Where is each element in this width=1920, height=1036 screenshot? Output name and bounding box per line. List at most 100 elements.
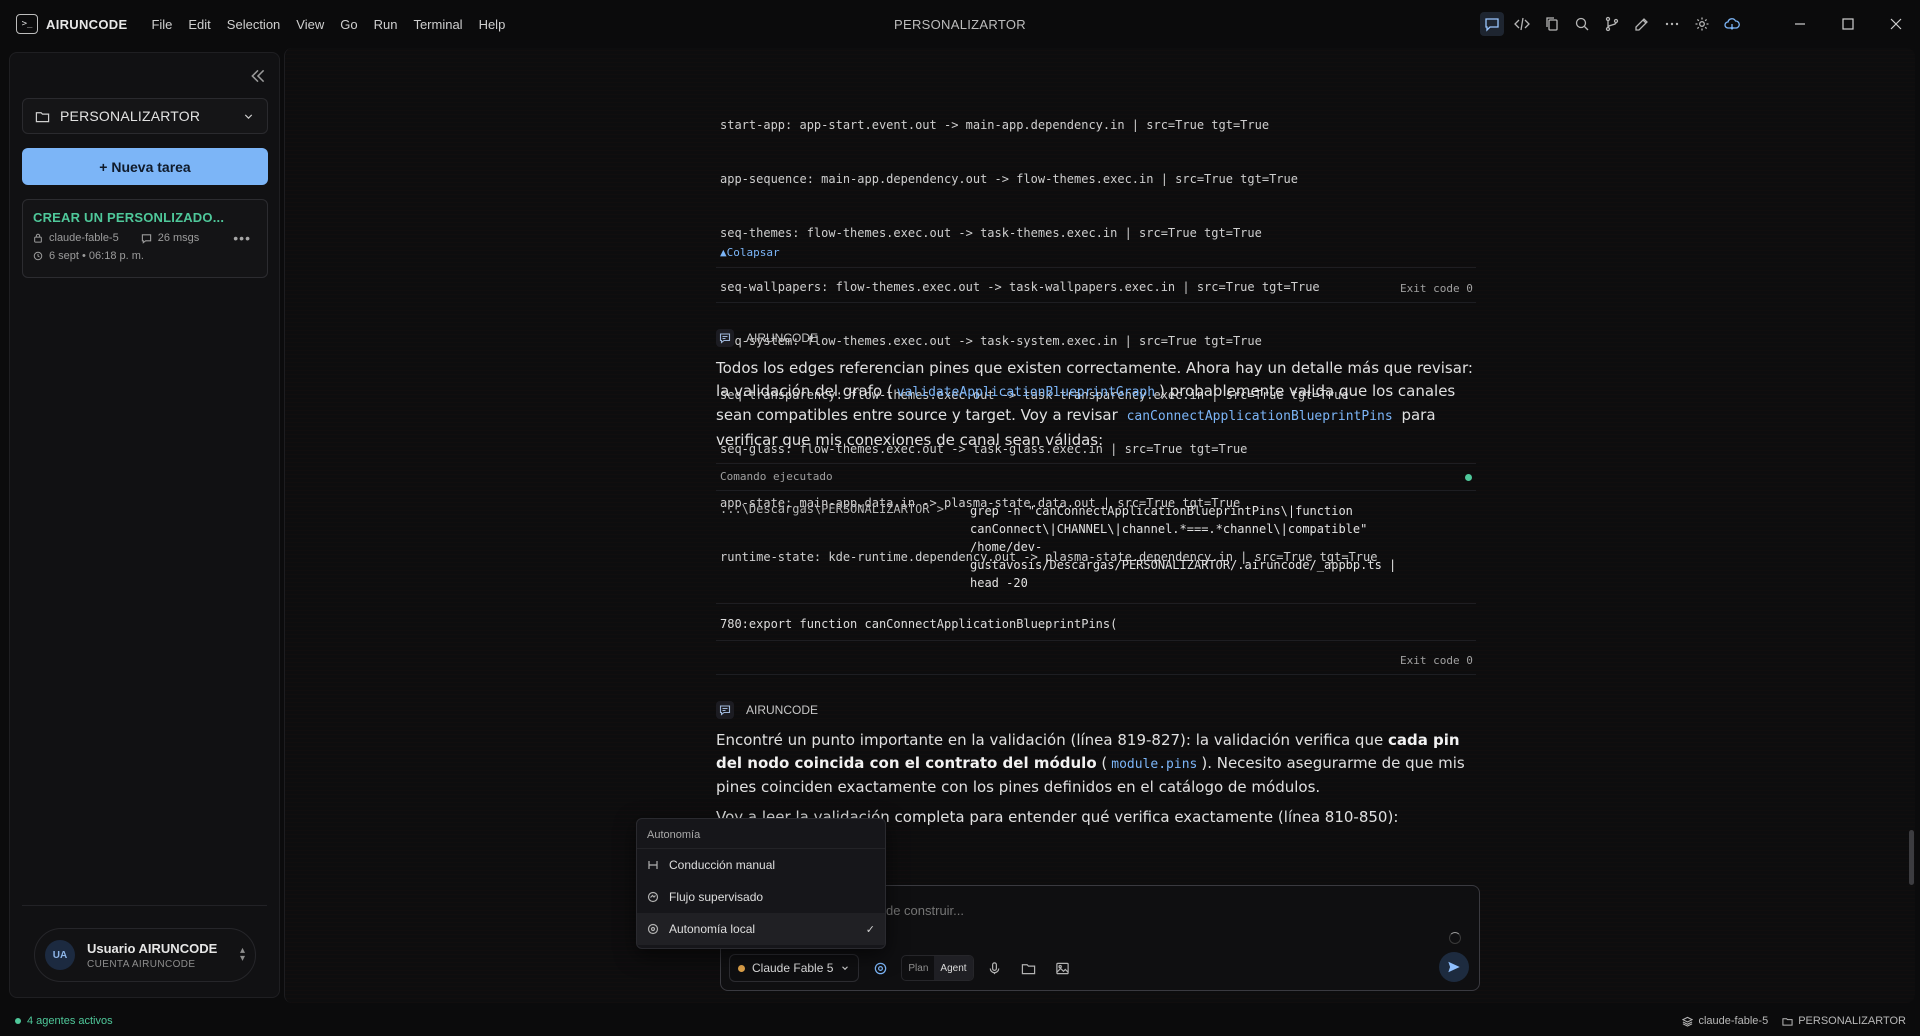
- divider: [716, 603, 1476, 604]
- image-icon[interactable]: [1050, 955, 1076, 981]
- copy-files-icon[interactable]: [1540, 12, 1564, 36]
- status-project-label: PERSONALIZARTOR: [1798, 1015, 1906, 1027]
- autonomy-option-supervised[interactable]: Flujo supervisado: [637, 881, 885, 913]
- window-controls: [1776, 0, 1920, 48]
- maximize-icon[interactable]: [1824, 0, 1872, 48]
- settings-gear-icon[interactable]: [1690, 12, 1714, 36]
- task-title: CREAR UN PERSONLIZADO...: [33, 210, 225, 225]
- agent-message-text: Encontré un punto importante en la valid…: [716, 729, 1478, 799]
- send-button[interactable]: [1439, 952, 1469, 982]
- folder-icon[interactable]: [1016, 955, 1042, 981]
- message-icon: [141, 233, 151, 244]
- task-more-icon[interactable]: •••: [233, 230, 251, 246]
- exit-code-label: Exit code 0: [1400, 654, 1473, 667]
- user-account-card[interactable]: UA Usuario AIRUNCODE CUENTA AIRUNCODE ▴ ▾: [34, 928, 256, 982]
- menu-view[interactable]: View: [288, 13, 332, 36]
- chevron-up-down-icon: ▴ ▾: [239, 945, 245, 964]
- command-result: 780:export function canConnectApplicatio…: [720, 617, 1118, 631]
- autonomy-option-manual[interactable]: Conducción manual: [637, 849, 885, 881]
- cloud-sync-icon[interactable]: [1720, 12, 1744, 36]
- menu-terminal[interactable]: Terminal: [405, 13, 470, 36]
- output-line: seq-system: flow-themes.exec.out -> task…: [720, 334, 1262, 348]
- scrollbar[interactable]: [1909, 830, 1914, 885]
- status-bar: 4 agentes activos claude-fable-5 PERSONA…: [0, 1006, 1920, 1036]
- inline-code: module.pins: [1111, 756, 1198, 772]
- more-icon[interactable]: [1660, 12, 1684, 36]
- task-card[interactable]: CREAR UN PERSONLIZADO... claude-fable-5 …: [22, 199, 268, 278]
- menu-selection[interactable]: Selection: [219, 13, 288, 36]
- agent-message-text: Todos los edges referencian pines que ex…: [716, 357, 1478, 451]
- collapse-output-link[interactable]: ▲Colapsar: [720, 246, 780, 259]
- menu-run[interactable]: Run: [366, 13, 406, 36]
- autonomy-option-label: Conducción manual: [669, 858, 776, 872]
- eye-flow-icon: [647, 891, 659, 903]
- autonomy-option-label: Flujo supervisado: [669, 890, 764, 904]
- layers-icon: [1682, 1016, 1694, 1027]
- output-line: start-app: app-start.event.out -> main-a…: [720, 118, 1270, 132]
- agent-message-header: AIRUNCODE: [716, 329, 818, 347]
- status-right: claude-fable-5 PERSONALIZARTOR: [1682, 1015, 1906, 1027]
- active-agents-status[interactable]: 4 agentes activos: [15, 1015, 113, 1027]
- app-name: AIRUNCODE: [46, 16, 128, 32]
- model-status-dot: [738, 964, 745, 972]
- loading-spinner-icon: [1449, 932, 1461, 944]
- lock-icon: [34, 233, 42, 243]
- microphone-icon[interactable]: [982, 955, 1008, 981]
- status-model[interactable]: claude-fable-5: [1682, 1015, 1768, 1027]
- agent-chat-icon: [716, 329, 734, 347]
- task-message-count: 26 msgs: [157, 232, 200, 244]
- message-text: Encontré un punto importante en la valid…: [716, 731, 1388, 749]
- steering-icon: [648, 861, 658, 869]
- status-dot: [1465, 474, 1472, 481]
- source-control-icon[interactable]: [1600, 12, 1624, 36]
- chevron-down-icon: [842, 966, 849, 971]
- inline-code: canConnectApplicationBlueprintPins: [1126, 409, 1393, 424]
- command-executed-label: Comando ejecutado: [720, 470, 833, 483]
- user-name: Usuario AIRUNCODE: [87, 940, 218, 956]
- mode-plan-tab[interactable]: Plan: [902, 956, 934, 980]
- divider: [716, 490, 1476, 491]
- status-project[interactable]: PERSONALIZARTOR: [1782, 1015, 1906, 1027]
- output-line: app-sequence: main-app.dependency.out ->…: [720, 172, 1298, 186]
- minimize-icon[interactable]: [1776, 0, 1824, 48]
- mode-switch: Plan Agent: [901, 955, 974, 981]
- task-date: 6 sept • 06:18 p. m.: [49, 250, 144, 262]
- agent-name: AIRUNCODE: [746, 331, 819, 345]
- model-selector[interactable]: Claude Fable 5: [729, 954, 860, 982]
- project-selector[interactable]: PERSONALIZARTOR: [22, 98, 268, 134]
- menu-bar: File Edit Selection View Go Run Terminal…: [143, 13, 513, 36]
- command-text: grep -n "canConnectApplicationBlueprintP…: [970, 504, 1397, 590]
- chevron-down-icon: [244, 113, 253, 119]
- terminal-logo-icon: >_: [16, 14, 38, 34]
- autonomy-option-local[interactable]: Autonomía local ✓: [637, 913, 885, 945]
- close-icon[interactable]: [1872, 0, 1920, 48]
- sidebar-divider: [22, 905, 267, 906]
- mode-agent-tab[interactable]: Agent: [934, 956, 973, 980]
- sidebar: PERSONALIZARTOR + Nueva tarea CREAR UN P…: [9, 52, 280, 998]
- user-account-label: CUENTA AIRUNCODE: [87, 958, 196, 970]
- menu-edit[interactable]: Edit: [180, 13, 218, 36]
- avatar: UA: [45, 940, 75, 970]
- autonomy-menu-header: Autonomía: [637, 819, 885, 849]
- output-line: seq-themes: flow-themes.exec.out -> task…: [720, 226, 1262, 240]
- divider: [716, 267, 1476, 268]
- folder-icon: [35, 111, 50, 122]
- edit-icon[interactable]: [1630, 12, 1654, 36]
- autonomy-target-icon[interactable]: [867, 955, 893, 981]
- menu-go[interactable]: Go: [332, 13, 365, 36]
- autonomy-menu: Autonomía Conducción manual Flujo superv…: [636, 818, 886, 949]
- menu-help[interactable]: Help: [471, 13, 514, 36]
- divider: [716, 674, 1476, 675]
- search-icon[interactable]: [1570, 12, 1594, 36]
- chat-icon[interactable]: [1480, 12, 1504, 36]
- autonomy-option-label: Autonomía local: [669, 922, 756, 936]
- collapse-sidebar-icon[interactable]: [249, 67, 267, 85]
- command-prompt: ...\Descargas\PERSONALIZARTOR >: [720, 502, 944, 516]
- code-icon[interactable]: [1510, 12, 1534, 36]
- status-model-label: claude-fable-5: [1698, 1015, 1769, 1027]
- new-task-button[interactable]: + Nueva tarea: [22, 148, 268, 185]
- model-name: Claude Fable 5: [752, 961, 834, 975]
- task-agent: claude-fable-5: [49, 232, 119, 244]
- menu-file[interactable]: File: [143, 13, 180, 36]
- exit-code-label: Exit code 0: [1400, 282, 1473, 295]
